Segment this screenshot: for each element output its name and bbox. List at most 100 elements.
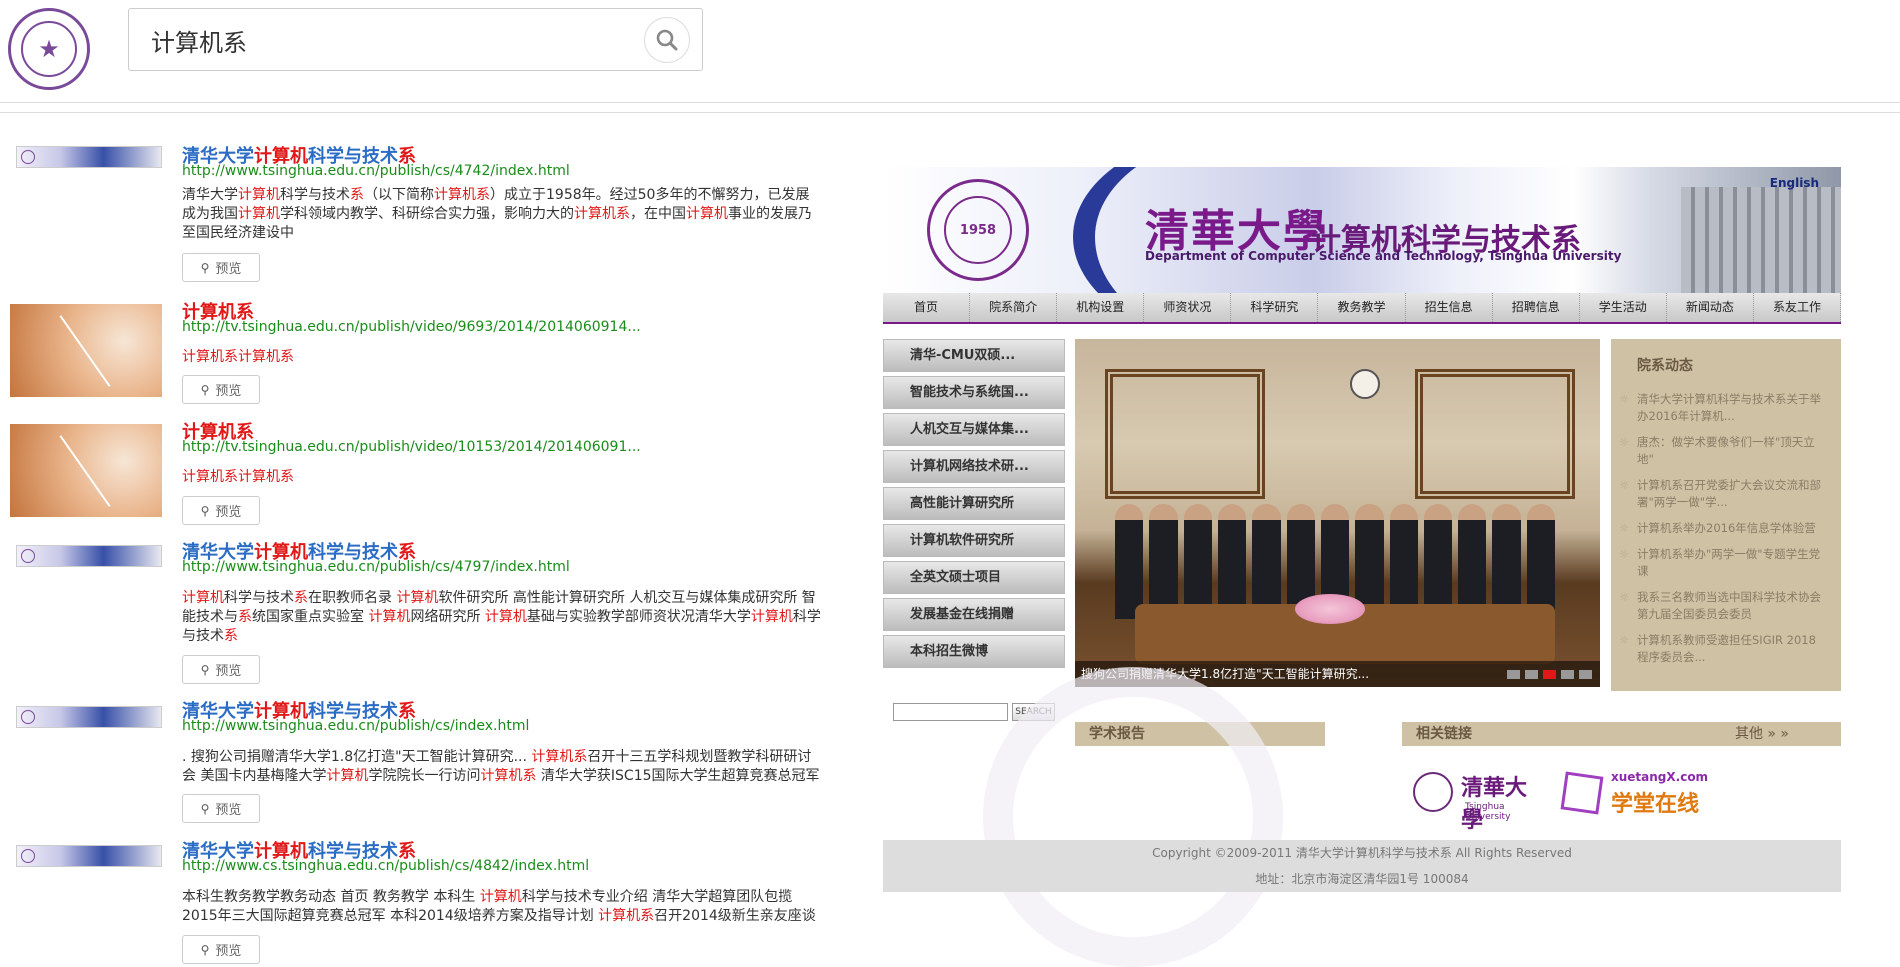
xuetangx-icon xyxy=(1560,771,1604,815)
preview-button[interactable]: ⚲ 预览 xyxy=(182,496,260,525)
slide-dot[interactable] xyxy=(1561,670,1574,679)
side-menu-item[interactable]: 计算机软件研究所 xyxy=(883,524,1065,557)
preview-button[interactable]: ⚲ 预览 xyxy=(182,655,260,684)
result-snippet: 计算机科学与技术系在职教师名录 计算机软件研究所 高性能计算研究所 人机交互与媒… xyxy=(182,590,821,644)
side-menu-item[interactable]: 高性能计算研究所 xyxy=(883,487,1065,520)
side-menu-item[interactable]: 智能技术与系统国... xyxy=(883,376,1065,409)
search-icon: ⚲ xyxy=(200,662,210,677)
result-thumbnail[interactable] xyxy=(16,545,162,567)
search-icon: ⚲ xyxy=(200,382,210,397)
partner-logo-en: Tsinghua University xyxy=(1465,802,1511,822)
tsinghua-partner-logo[interactable]: 清華大學 Tsinghua University xyxy=(1413,770,1543,833)
side-menu-item[interactable]: 清华-CMU双硕... xyxy=(883,339,1065,372)
partner-seal-icon xyxy=(1413,772,1453,812)
side-menu-item[interactable]: 计算机网络技术研... xyxy=(883,450,1065,483)
news-item[interactable]: 计算机系召开党委扩大会议交流和部署"两学一做"学... xyxy=(1619,477,1827,511)
news-photo[interactable]: 搜狗公司捐赠清华大学1.8亿打造"天工智能计算研究... xyxy=(1075,339,1600,687)
news-panel: 院系动态 清华大学计算机科学与技术系关于举办2016年计算机... 唐杰：做学术要… xyxy=(1611,339,1841,691)
video-thumbnail[interactable] xyxy=(10,304,162,397)
preview-label: 预览 xyxy=(215,262,242,277)
side-menu-item[interactable]: 人机交互与媒体集... xyxy=(883,413,1065,446)
news-item[interactable]: 计算机系教师受邀担任SIGIR 2018程序委员会... xyxy=(1619,632,1827,666)
result-url[interactable]: http://tv.tsinghua.edu.cn/publish/video/… xyxy=(182,319,641,335)
thumbnail-seal-icon xyxy=(21,549,35,563)
result-thumbnail[interactable] xyxy=(16,845,162,867)
divider xyxy=(0,112,1900,113)
thumbnail-stroke xyxy=(59,315,111,387)
result-url[interactable]: http://www.tsinghua.edu.cn/publish/cs/47… xyxy=(182,559,570,575)
news-item[interactable]: 唐杰：做学术要像爷们一样"顶天立地" xyxy=(1619,434,1827,468)
result-url[interactable]: http://tv.tsinghua.edu.cn/publish/video/… xyxy=(182,439,641,455)
nav-item[interactable]: 学生活动 xyxy=(1580,293,1667,322)
site-nav: 首页 院系简介 机构设置 师资状况 科学研究 教务教学 招生信息 招聘信息 学生活动 新闻动态 系友… xyxy=(883,293,1842,324)
photo-flowers xyxy=(1295,594,1365,624)
nav-item[interactable]: 师资状况 xyxy=(1144,293,1232,322)
news-list: 清华大学计算机科学与技术系关于举办2016年计算机... 唐杰：做学术要像爷们一样… xyxy=(1619,391,1841,666)
result-thumbnail[interactable] xyxy=(16,146,162,168)
more-link[interactable]: 其他 » » xyxy=(1735,722,1789,746)
english-link[interactable]: English xyxy=(1770,176,1819,190)
thumbnail-seal-icon xyxy=(21,849,35,863)
photo-window xyxy=(1105,369,1265,499)
news-item[interactable]: 计算机系举办2016年信息学体验营 xyxy=(1619,520,1827,537)
result-snippet: 计算机系计算机系 xyxy=(182,469,294,485)
search-box xyxy=(128,8,703,71)
nav-item[interactable]: 招生信息 xyxy=(1406,293,1493,322)
result-snippet: . 搜狗公司捐赠清华大学1.8亿打造"天工智能计算研究... 计算机系召开十三五… xyxy=(182,749,820,784)
preview-button[interactable]: ⚲ 预览 xyxy=(182,253,260,282)
result-url[interactable]: http://www.tsinghua.edu.cn/publish/cs/47… xyxy=(182,163,570,179)
news-item[interactable]: 我系三名教师当选中国科学技术协会第九届全国委员会委员 xyxy=(1619,589,1827,623)
search-input[interactable] xyxy=(151,21,631,59)
result-url[interactable]: http://www.tsinghua.edu.cn/publish/cs/in… xyxy=(182,718,529,734)
search-icon: ⚲ xyxy=(200,260,210,275)
search-icon: ⚲ xyxy=(200,801,210,816)
news-item[interactable]: 计算机系举办"两学一做"专题学生党课 xyxy=(1619,546,1827,580)
site-search-input[interactable] xyxy=(893,703,1008,721)
tsinghua-logo[interactable]: ★ xyxy=(8,8,90,90)
news-heading: 院系动态 xyxy=(1637,358,1693,374)
search-icon: ⚲ xyxy=(200,503,210,518)
slide-dot[interactable] xyxy=(1525,670,1538,679)
result-thumbnail[interactable] xyxy=(16,706,162,728)
slide-dot[interactable] xyxy=(1507,670,1520,679)
nav-item[interactable]: 机构设置 xyxy=(1057,293,1145,322)
banner-building-image xyxy=(1681,187,1841,293)
thumbnail-seal-icon xyxy=(21,150,35,164)
thumbnail-seal-icon xyxy=(21,710,35,724)
preview-label: 预览 xyxy=(215,384,242,399)
related-links-label: 相关链接 xyxy=(1416,726,1472,742)
nav-item[interactable]: 首页 xyxy=(883,293,971,322)
site-preview: 1958 清華大學 计算机科学与技术系 Department of Comput… xyxy=(883,167,1842,967)
preview-label: 预览 xyxy=(215,664,242,679)
related-links-bar: 相关链接 其他 » » xyxy=(1402,722,1841,746)
xuetangx-logo[interactable]: xuetangX.com 学堂在线 xyxy=(1560,770,1713,818)
side-menu: 清华-CMU双硕... 智能技术与系统国... 人机交互与媒体集... 计算机网络技术… xyxy=(883,339,1065,672)
side-menu-item[interactable]: 本科招生微博 xyxy=(883,635,1065,668)
preview-button[interactable]: ⚲ 预览 xyxy=(182,794,260,823)
slide-dot[interactable] xyxy=(1579,670,1592,679)
banner-english-name: Department of Computer Science and Techn… xyxy=(1145,249,1622,263)
result-snippet: 计算机系计算机系 xyxy=(182,349,294,365)
news-item[interactable]: 清华大学计算机科学与技术系关于举办2016年计算机... xyxy=(1619,391,1827,425)
top-bar: ★ xyxy=(0,0,1900,103)
result-snippet: 清华大学计算机科学与技术系（以下简称计算机系）成立于1958年。经过50多年的不… xyxy=(182,187,812,241)
preview-button[interactable]: ⚲ 预览 xyxy=(182,935,260,964)
nav-item[interactable]: 系友工作 xyxy=(1754,293,1842,322)
side-menu-item[interactable]: 发展基金在线捐赠 xyxy=(883,598,1065,631)
nav-item[interactable]: 招聘信息 xyxy=(1493,293,1580,322)
result-snippet: 本科生教务教学教务动态 首页 教务教学 本科生 计算机科学与技术专业介绍 清华大… xyxy=(182,889,816,924)
nav-item[interactable]: 科学研究 xyxy=(1231,293,1319,322)
site-seal-logo: 1958 xyxy=(927,179,1029,281)
slide-dot-active[interactable] xyxy=(1543,670,1556,679)
watermark xyxy=(983,667,1283,967)
video-thumbnail[interactable] xyxy=(10,424,162,517)
preview-label: 预览 xyxy=(215,803,242,818)
logo-star-icon: ★ xyxy=(21,21,77,77)
preview-button[interactable]: ⚲ 预览 xyxy=(182,375,260,404)
search-button[interactable] xyxy=(644,17,690,63)
side-menu-item[interactable]: 全英文硕士项目 xyxy=(883,561,1065,594)
result-url[interactable]: http://www.cs.tsinghua.edu.cn/publish/cs… xyxy=(182,858,589,874)
nav-item[interactable]: 新闻动态 xyxy=(1667,293,1754,322)
nav-item[interactable]: 院系简介 xyxy=(970,293,1058,322)
nav-item[interactable]: 教务教学 xyxy=(1318,293,1406,322)
